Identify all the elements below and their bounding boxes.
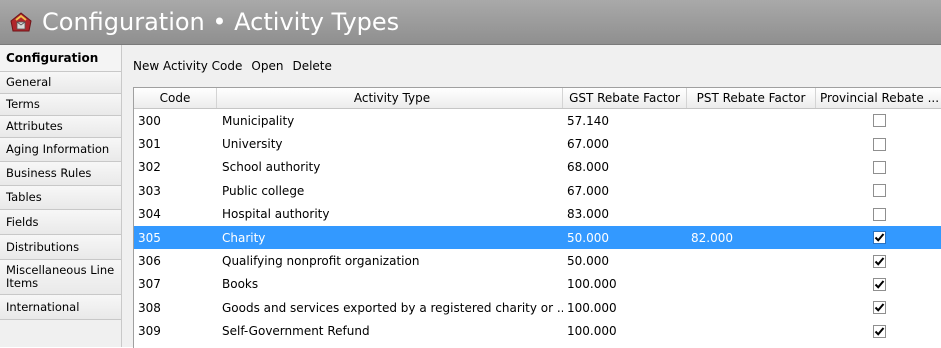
checkmark-icon <box>874 233 884 242</box>
provincial-rebate-checkbox[interactable] <box>872 301 886 315</box>
column-header-provincial-rebate[interactable]: Provincial Rebate ... <box>816 88 941 108</box>
sidebar-item-aging-information[interactable]: Aging Information <box>0 138 121 162</box>
column-header-pst-rebate-factor[interactable]: PST Rebate Factor <box>687 88 816 108</box>
cell-activity-type: Goods and services exported by a registe… <box>222 300 563 315</box>
column-header-activity-type[interactable]: Activity Type <box>217 88 563 108</box>
cell-activity-type: Qualifying nonprofit organization <box>222 254 420 269</box>
provincial-rebate-checkbox[interactable] <box>872 324 886 338</box>
provincial-rebate-checkbox[interactable] <box>872 137 886 151</box>
provincial-rebate-checkbox[interactable] <box>872 254 886 268</box>
sidebar-item-attributes[interactable]: Attributes <box>0 116 121 138</box>
cell-code: 304 <box>138 207 161 222</box>
grid-body: 300 Municipality 57.140 301 University 67.000… <box>134 109 941 343</box>
table-row[interactable]: 305 Charity 50.000 82.000 <box>134 225 941 250</box>
table-row[interactable]: 303 Public college 67.000 <box>134 179 941 202</box>
table-row[interactable]: 302 School authority 68.000 <box>134 156 941 179</box>
cell-gst-rebate-factor: 100.000 <box>567 324 617 339</box>
checkmark-icon <box>874 303 884 313</box>
cell-gst-rebate-factor: 50.000 <box>567 230 609 245</box>
cell-code: 307 <box>138 277 161 292</box>
sidebar-item-miscellaneous-line-items[interactable]: Miscellaneous Line Items <box>0 260 121 295</box>
table-row[interactable]: 300 Municipality 57.140 <box>134 109 941 132</box>
table-row[interactable]: 308 Goods and services exported by a regi… <box>134 296 941 319</box>
cell-provincial-rebate <box>816 301 941 315</box>
cell-activity-type: Public college <box>222 183 305 198</box>
sidebar-header-configuration[interactable]: Configuration <box>0 45 121 72</box>
title-bar: Configuration • Activity Types <box>0 0 941 45</box>
cell-code: 301 <box>138 137 161 152</box>
new-activity-code-button[interactable]: New Activity Code <box>133 59 242 73</box>
cell-code: 302 <box>138 160 161 175</box>
cell-code: 309 <box>138 324 161 339</box>
cell-activity-type: Self-Government Refund <box>222 324 370 339</box>
provincial-rebate-checkbox[interactable] <box>872 231 886 245</box>
provincial-rebate-checkbox[interactable] <box>872 207 886 221</box>
column-header-code[interactable]: Code <box>134 88 217 108</box>
cell-provincial-rebate <box>816 277 941 291</box>
cell-gst-rebate-factor: 68.000 <box>567 160 609 175</box>
cell-gst-rebate-factor: 67.000 <box>567 137 609 152</box>
cell-code: 306 <box>138 254 161 269</box>
cell-provincial-rebate <box>816 324 941 338</box>
window-title: Configuration • Activity Types <box>42 8 400 36</box>
cell-code: 305 <box>138 230 161 245</box>
cell-gst-rebate-factor: 83.000 <box>567 207 609 222</box>
sidebar-item-tables[interactable]: Tables <box>0 186 121 210</box>
checkmark-icon <box>874 256 884 266</box>
checkmark-icon <box>874 327 884 336</box>
cell-activity-type: University <box>222 137 283 152</box>
cell-gst-rebate-factor: 100.000 <box>567 300 617 315</box>
sidebar-item-business-rules[interactable]: Business Rules <box>0 162 121 186</box>
delete-button[interactable]: Delete <box>292 59 331 73</box>
table-row[interactable]: 307 Books 100.000 <box>134 273 941 296</box>
sidebar-item-fields[interactable]: Fields <box>0 210 121 235</box>
table-row[interactable]: 309 Self-Government Refund 100.000 <box>134 320 941 343</box>
checkmark-icon <box>874 280 884 289</box>
sidebar-item-terms[interactable]: Terms <box>0 94 121 116</box>
app-logo-icon <box>8 9 34 35</box>
cell-provincial-rebate <box>816 160 941 174</box>
cell-activity-type: Charity <box>222 230 266 245</box>
sidebar-item-general[interactable]: General <box>0 72 121 94</box>
cell-activity-type: Hospital authority <box>222 207 330 222</box>
provincial-rebate-checkbox[interactable] <box>872 184 886 198</box>
cell-provincial-rebate <box>816 184 941 198</box>
cell-pst-rebate-factor: 82.000 <box>691 230 733 245</box>
grid-header: Code Activity Type GST Rebate Factor PST… <box>134 88 941 109</box>
main-content: New Activity Code Open Delete Code Activ… <box>122 45 941 348</box>
cell-provincial-rebate <box>816 254 941 268</box>
cell-provincial-rebate <box>816 207 941 221</box>
cell-activity-type: Books <box>222 277 259 292</box>
sidebar-item-distributions[interactable]: Distributions <box>0 235 121 260</box>
activity-types-grid: Code Activity Type GST Rebate Factor PST… <box>133 87 941 348</box>
cell-gst-rebate-factor: 67.000 <box>567 183 609 198</box>
toolbar: New Activity Code Open Delete <box>133 57 332 75</box>
cell-provincial-rebate <box>816 137 941 151</box>
column-header-gst-rebate-factor[interactable]: GST Rebate Factor <box>563 88 687 108</box>
cell-gst-rebate-factor: 57.140 <box>567 113 609 128</box>
cell-activity-type: School authority <box>222 160 321 175</box>
table-row[interactable]: 304 Hospital authority 83.000 <box>134 203 941 226</box>
cell-code: 303 <box>138 183 161 198</box>
cell-provincial-rebate <box>816 231 941 245</box>
cell-provincial-rebate <box>816 114 941 128</box>
table-row[interactable]: 306 Qualifying nonprofit organization 50.0… <box>134 249 941 272</box>
cell-gst-rebate-factor: 50.000 <box>567 254 609 269</box>
table-row[interactable]: 301 University 67.000 <box>134 132 941 155</box>
provincial-rebate-checkbox[interactable] <box>872 160 886 174</box>
sidebar-item-international[interactable]: International <box>0 295 121 320</box>
provincial-rebate-checkbox[interactable] <box>872 114 886 128</box>
open-button[interactable]: Open <box>251 59 283 73</box>
cell-code: 300 <box>138 113 161 128</box>
cell-activity-type: Municipality <box>222 113 295 128</box>
cell-gst-rebate-factor: 100.000 <box>567 277 617 292</box>
sidebar: Configuration General Terms Attributes A… <box>0 45 122 347</box>
cell-code: 308 <box>138 300 161 315</box>
provincial-rebate-checkbox[interactable] <box>872 277 886 291</box>
